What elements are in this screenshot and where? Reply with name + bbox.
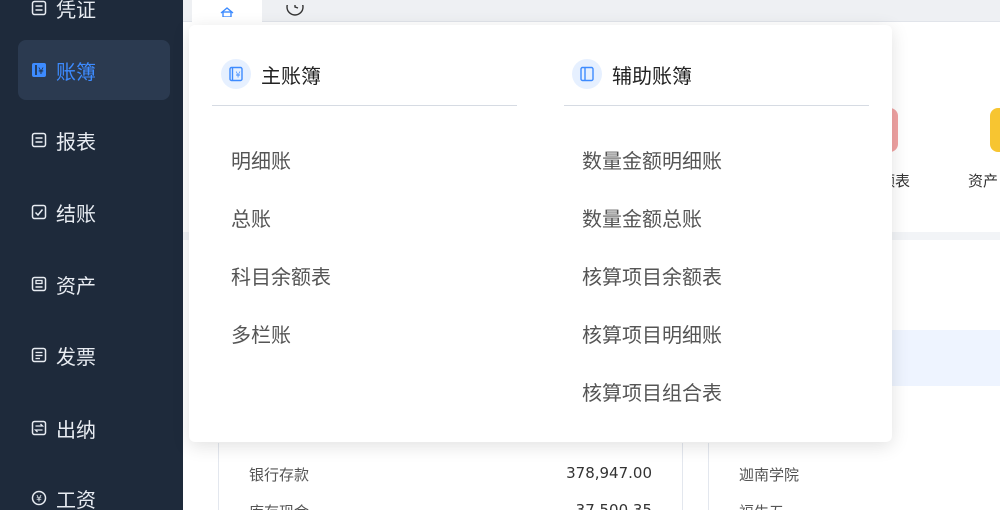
tab-history[interactable] [280, 0, 310, 22]
divider [212, 105, 517, 106]
sidebar: 凭证 ¥ 账簿 报表 结账 资产 发票 出纳 ¥ 工资 [0, 0, 183, 510]
menu-item-qty-amount-general[interactable]: 数量金额总账 [582, 203, 702, 232]
divider [564, 105, 869, 106]
sidebar-item-label: 报表 [56, 129, 96, 154]
sidebar-item-label: 凭证 [56, 0, 96, 22]
clock-icon [286, 0, 304, 21]
sidebar-item-asset[interactable]: 资产 [18, 254, 170, 314]
sidebar-item-voucher[interactable]: 凭证 [18, 0, 170, 38]
sidebar-item-label: 结账 [56, 201, 96, 226]
customer-label: 福生五 [739, 501, 784, 510]
asset-icon [30, 275, 48, 293]
sidebar-item-label: 出纳 [56, 417, 96, 442]
ledger-icon: ¥ [30, 61, 48, 79]
fund-label: 库存现金 [249, 501, 309, 510]
menu-item-qty-amount-detail[interactable]: 数量金额明细账 [582, 145, 722, 174]
fund-value: 378,947.00 [566, 464, 652, 482]
sidebar-item-label: 发票 [56, 344, 96, 369]
customer-list: 迦南学院 福生五 [708, 443, 1000, 510]
report-icon [30, 131, 48, 149]
cashier-icon [30, 419, 48, 437]
sidebar-item-salary[interactable]: ¥ 工资 [18, 468, 170, 510]
menu-item-item-detail[interactable]: 核算项目明细账 [582, 319, 722, 348]
menu-item-general-ledger[interactable]: 总账 [231, 203, 271, 232]
main-ledger-icon: ¥ [221, 59, 251, 89]
aux-ledger-title: 辅助账簿 [612, 63, 692, 88]
main-ledger-header: ¥ 主账簿 [221, 59, 321, 89]
sidebar-item-label: 资产 [56, 273, 96, 298]
menu-item-account-balance[interactable]: 科目余额表 [231, 261, 331, 290]
fund-value: 37,500.35 [575, 501, 652, 510]
sidebar-item-label: 账簿 [56, 59, 96, 84]
tab-home[interactable] [192, 0, 262, 22]
sidebar-item-cashier[interactable]: 出纳 [18, 398, 170, 458]
menu-item-item-balance[interactable]: 核算项目余额表 [582, 261, 722, 290]
svg-text:¥: ¥ [38, 67, 44, 77]
sidebar-item-ledger[interactable]: ¥ 账簿 [18, 40, 170, 100]
ledger-dropdown: ¥ 主账簿 明细账 总账 科目余额表 多栏账 辅助账簿 数量金额明细账 数量金额… [189, 25, 892, 442]
sidebar-item-invoice[interactable]: 发票 [18, 325, 170, 385]
svg-text:¥: ¥ [235, 71, 240, 80]
salary-icon: ¥ [30, 489, 48, 507]
home-icon [220, 2, 234, 21]
aux-ledger-icon [572, 59, 602, 89]
highlight-strip [890, 330, 1000, 386]
menu-item-detail-ledger[interactable]: 明细账 [231, 145, 291, 174]
aux-ledger-header: 辅助账簿 [572, 59, 692, 89]
closing-icon [30, 203, 48, 221]
menu-item-item-combination[interactable]: 核算项目组合表 [582, 377, 722, 406]
fund-label: 银行存款 [249, 466, 310, 484]
sidebar-item-closing[interactable]: 结账 [18, 182, 170, 242]
fund-list: 银行存款 378,947.00 库存现金 37,500.35 [218, 443, 683, 510]
sidebar-item-report[interactable]: 报表 [18, 110, 170, 170]
main-ledger-title: 主账簿 [261, 63, 321, 88]
sidebar-item-label: 工资 [56, 487, 96, 510]
voucher-icon [30, 0, 48, 17]
menu-item-multi-column[interactable]: 多栏账 [231, 319, 291, 348]
quick-asset-icon[interactable] [990, 108, 1000, 152]
invoice-icon [30, 346, 48, 364]
quick-label-asset[interactable]: 资产 [968, 170, 998, 191]
svg-text:¥: ¥ [36, 495, 42, 505]
customer-label: 迦南学院 [739, 466, 800, 484]
